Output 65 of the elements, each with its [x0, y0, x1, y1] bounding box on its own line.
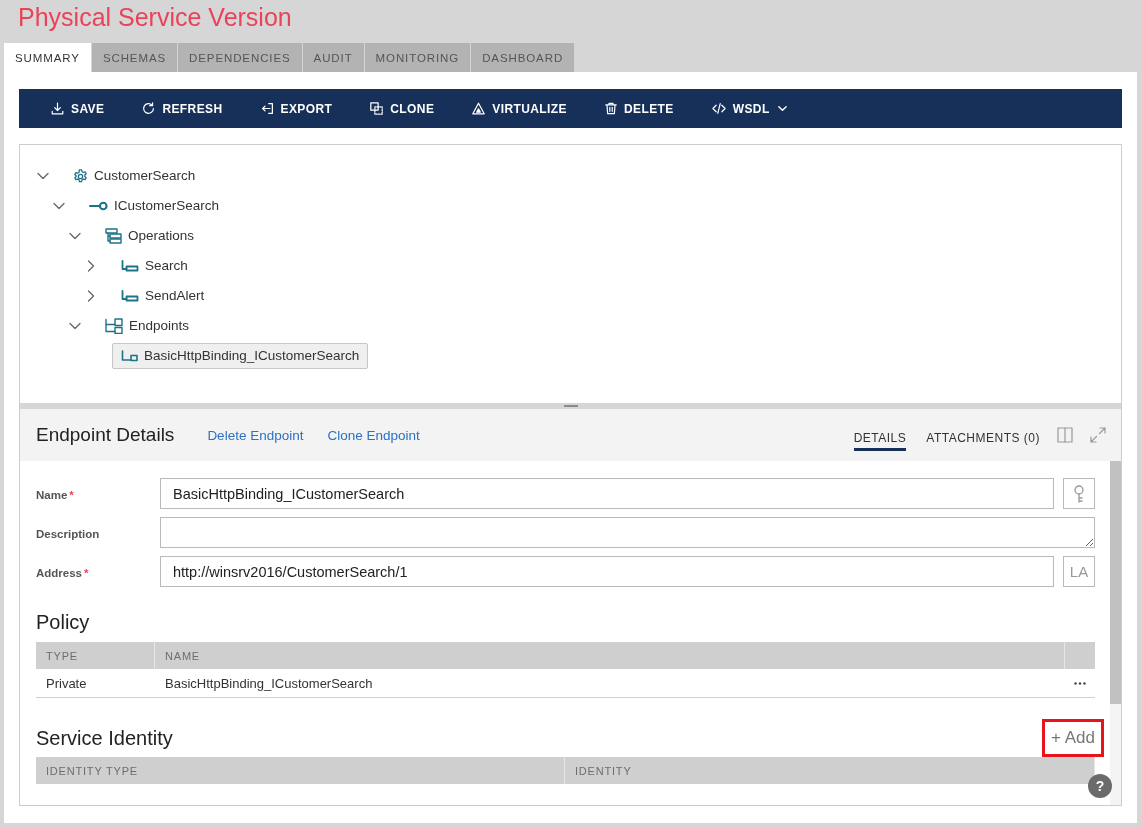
- add-button[interactable]: + Add: [1042, 719, 1104, 757]
- tree-item[interactable]: BasicHttpBinding_ICustomerSearch: [112, 343, 369, 369]
- download-icon: [51, 102, 64, 115]
- page-title: Physical Service Version: [18, 3, 292, 31]
- triangle-icon: [472, 102, 486, 115]
- field-label: Address *: [36, 566, 89, 579]
- splitter-handle[interactable]: [563, 405, 578, 407]
- tree-item[interactable]: SendAlert: [112, 283, 214, 309]
- code-icon: [711, 102, 726, 115]
- key-icon: [1073, 484, 1085, 503]
- scrollbar-thumb[interactable]: [1110, 461, 1121, 704]
- tree-item[interactable]: Search: [112, 253, 197, 279]
- toolbar-button[interactable]: DELETE: [585, 89, 693, 128]
- split-view-icon: [1057, 427, 1073, 443]
- expand-icon: [1090, 427, 1106, 443]
- section-title: Service Identity: [36, 726, 173, 751]
- key-button[interactable]: [1063, 478, 1095, 509]
- tab[interactable]: SCHEMAS: [91, 43, 179, 72]
- link[interactable]: Delete Endpoint: [207, 427, 304, 443]
- tab[interactable]: SUMMARY: [4, 43, 92, 72]
- hierarchy-icon: [105, 318, 123, 334]
- table-cell: BasicHttpBinding_ICustomerSearch: [165, 675, 373, 691]
- help-button[interactable]: ?: [1088, 774, 1112, 798]
- column-header: NAME: [165, 649, 200, 662]
- input-field[interactable]: BasicHttpBinding_ICustomerSearch: [160, 478, 1054, 509]
- link[interactable]: Clone Endpoint: [327, 427, 420, 443]
- export-icon: [260, 102, 274, 115]
- tree-item[interactable]: ICustomerSearch: [80, 193, 229, 219]
- toolbar-button[interactable]: VIRTUALIZE: [453, 89, 586, 128]
- more-icon: [1074, 681, 1086, 685]
- interface-icon: [89, 200, 108, 212]
- copy-icon: [370, 102, 384, 115]
- refresh-icon: [142, 102, 156, 115]
- field-label: Name *: [36, 488, 74, 501]
- column-header: TYPE: [46, 649, 78, 662]
- field-label: Description: [36, 527, 100, 540]
- details-title: Endpoint Details: [36, 424, 175, 446]
- toolbar-button[interactable]: CLONE: [351, 89, 454, 128]
- trash-icon: [604, 102, 617, 115]
- toolbar-button[interactable]: EXPORT: [241, 89, 352, 128]
- tree-item[interactable]: CustomerSearch: [64, 163, 205, 189]
- operation-icon: [121, 260, 139, 272]
- section-title: Policy: [36, 611, 90, 633]
- gear-icon: [73, 168, 88, 184]
- tab[interactable]: DASHBOARD: [471, 43, 576, 72]
- scrollbar[interactable]: [1110, 461, 1121, 805]
- tree-item[interactable]: Endpoints: [96, 313, 199, 339]
- endpoint-icon: [121, 350, 138, 362]
- tree-item[interactable]: Operations: [96, 223, 204, 249]
- tab[interactable]: MONITORING: [364, 43, 472, 72]
- column-header: IDENTITY: [575, 764, 632, 777]
- tab[interactable]: AUDIT: [302, 43, 365, 72]
- text-area-field[interactable]: [160, 517, 1095, 548]
- caret-icon: [776, 103, 788, 114]
- operation-icon: [121, 290, 139, 302]
- tab[interactable]: ATTACHMENTS (0): [926, 423, 1040, 451]
- tab[interactable]: DEPENDENCIES: [178, 43, 303, 72]
- stack-icon: [105, 228, 122, 244]
- tab[interactable]: DETAILS: [853, 423, 907, 451]
- toolbar-button[interactable]: REFRESH: [123, 89, 242, 128]
- toolbar-button[interactable]: WSDL: [692, 89, 807, 128]
- toolbar-button[interactable]: SAVE: [32, 89, 124, 128]
- input-field[interactable]: http://winsrv2016/CustomerSearch/1: [160, 556, 1054, 587]
- column-header: IDENTITY TYPE: [46, 764, 138, 777]
- table-cell: Private: [46, 675, 87, 691]
